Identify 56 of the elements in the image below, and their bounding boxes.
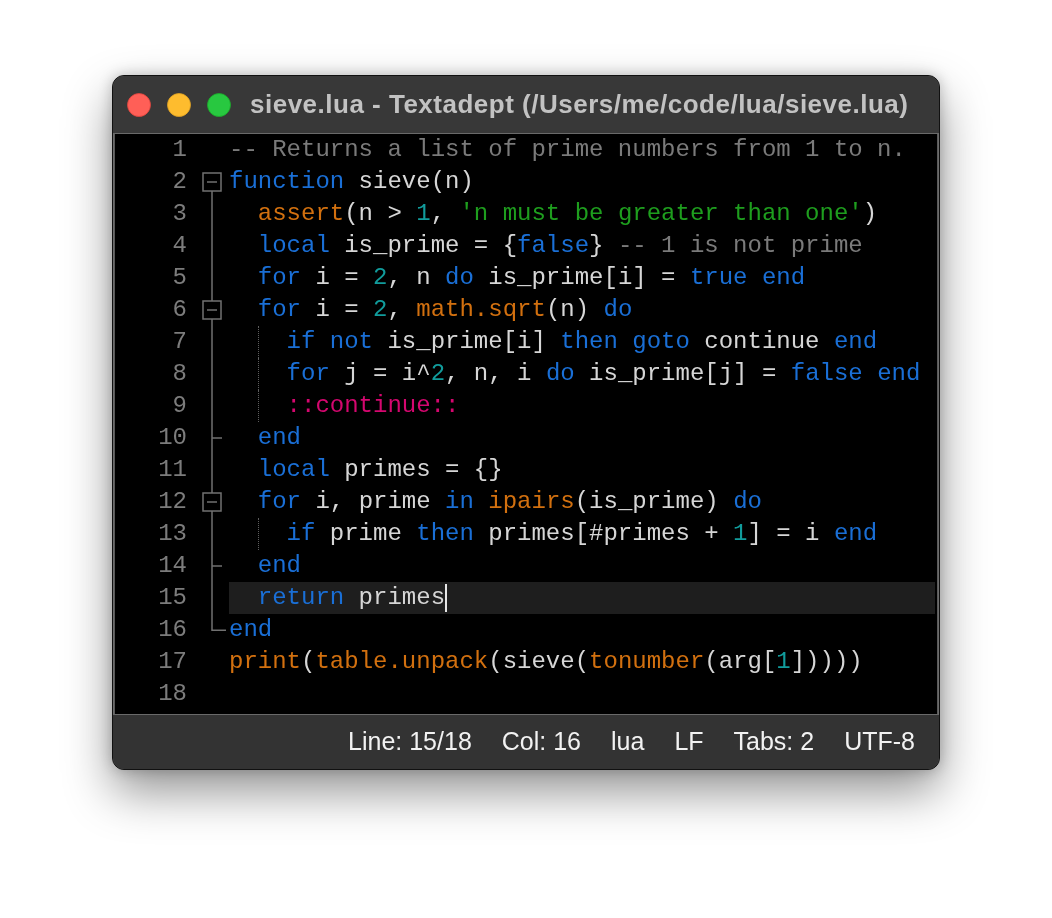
status-bar-text: LF: [674, 726, 704, 758]
line-number: 16: [157, 615, 187, 645]
code-line: for i = 2, n do is_prime[i] = true end: [257, 263, 806, 293]
window-minimize-icon[interactable]: [167, 92, 191, 117]
fold-line-icon: [211, 582, 213, 614]
code-line: if not is_prime[i] then goto continue end: [286, 327, 878, 357]
line-number: 17: [157, 647, 187, 677]
code-line: for j = i^2, n, i do is_prime[j] = false end: [286, 359, 921, 389]
status-bar-text: lua: [611, 726, 645, 758]
window-zoom-icon[interactable]: [207, 92, 231, 117]
line-number: 15: [157, 583, 187, 613]
line-number: 3: [171, 199, 187, 229]
code-line: ::continue::: [286, 391, 460, 421]
line-number: 9: [171, 391, 187, 421]
line-number: 1: [171, 135, 187, 165]
code-line: for i = 2, math.sqrt(n) do: [257, 295, 633, 325]
line-number: 11: [157, 455, 187, 485]
line-number: 5: [171, 263, 187, 293]
status-bar-text: Line: 15/18: [348, 726, 472, 758]
code-line: function sieve(n): [229, 167, 474, 197]
fold-line-icon: [211, 518, 213, 550]
line-number: 4: [171, 231, 187, 261]
indent-guide: [257, 518, 259, 550]
fold-collapse-icon[interactable]: [202, 172, 222, 198]
code-line: return primes: [257, 583, 446, 613]
code-line: end: [257, 551, 301, 581]
line-number: 7: [171, 327, 187, 357]
fold-end-icon: [211, 422, 222, 454]
line-number: 2: [171, 167, 187, 197]
line-number: 6: [171, 295, 187, 325]
code-line: -- Returns a list of prime numbers from 1 to n.: [229, 135, 906, 165]
code-line: end: [229, 615, 273, 645]
line-number: 14: [157, 551, 187, 581]
fold-end-icon: [211, 614, 226, 631]
line-number: 18: [157, 679, 187, 709]
status-bar-text: UTF-8: [844, 726, 915, 758]
code-line: assert(n > 1, 'n must be greater than one'): [257, 199, 878, 229]
fold-end-icon: [211, 550, 222, 582]
line-number: 8: [171, 359, 187, 389]
status-bar-text: Col: 16: [501, 726, 581, 758]
text-cursor: [445, 584, 448, 612]
code-line: end: [257, 423, 301, 453]
fold-collapse-icon[interactable]: [202, 294, 222, 326]
line-number: 10: [157, 423, 187, 453]
code-line: print(table.unpack(sieve(tonumber(arg[1])))): [229, 647, 863, 677]
code-line: for i, prime in ipairs(is_prime) do: [257, 487, 762, 517]
line-number: 12: [157, 487, 187, 517]
code-line: local is_prime = {false} -- 1 is not prime: [257, 231, 863, 261]
code-line: local primes = {}: [257, 455, 503, 485]
fold-collapse-icon[interactable]: [202, 486, 222, 518]
window-close-icon[interactable]: [127, 92, 151, 117]
window-title: sieve.lua - Textadept (/Users/me/code/lua/sieve.lua): [250, 88, 909, 121]
line-number: 13: [157, 519, 187, 549]
fold-line-icon: [211, 454, 213, 486]
code-line: if prime then primes[#primes + 1] = i end: [286, 519, 878, 549]
status-bar-text: Tabs: 2: [733, 726, 815, 758]
